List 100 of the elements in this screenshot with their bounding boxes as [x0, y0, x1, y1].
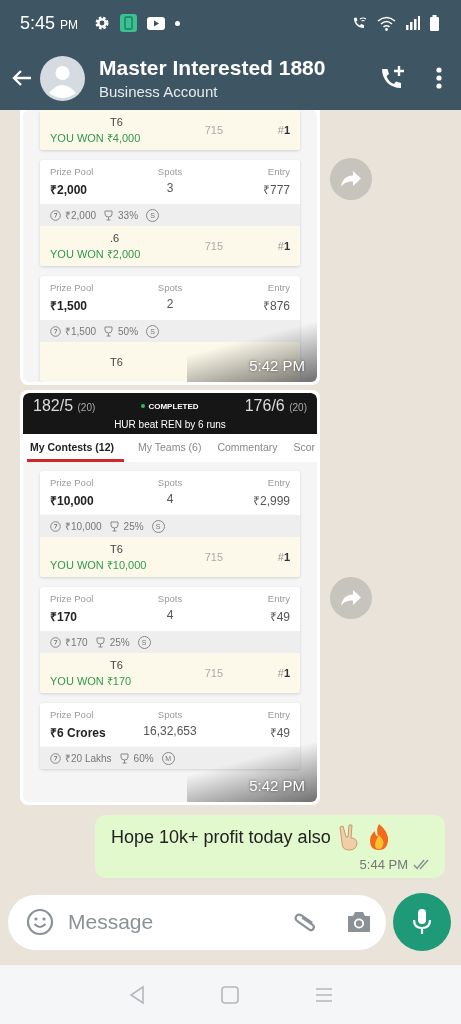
field-label: Prize Pool: [50, 593, 95, 604]
message-field[interactable]: Message: [66, 909, 280, 935]
entry-fee: ₹49: [269, 609, 290, 625]
trophy-icon: [118, 752, 130, 764]
voice-message-button[interactable]: [393, 893, 451, 951]
entry-fee: ₹49: [269, 725, 290, 741]
medal-icon: [50, 209, 61, 221]
team-name: T6: [109, 658, 124, 671]
battery-icon: [430, 15, 439, 31]
first-prize: ₹170: [65, 636, 88, 649]
tab[interactable]: My Teams (6): [136, 434, 204, 462]
avatar[interactable]: [40, 55, 85, 101]
points: 715: [203, 240, 225, 252]
message-time: 5:44 PM: [359, 857, 408, 872]
winners-percent: 33%: [118, 209, 139, 221]
field-label: Entry: [267, 709, 290, 720]
tab[interactable]: My Contests (12): [27, 434, 124, 462]
field-label: Entry: [267, 166, 290, 177]
entry-fee: ₹2,999: [252, 493, 290, 509]
contest-card[interactable]: T6 YOU WON ₹4,000 715 #1: [40, 110, 300, 150]
team-score: 182/5 (20): [33, 397, 96, 415]
spots-value: 16,32,653: [143, 724, 197, 738]
signal-icon: [406, 16, 420, 30]
contact-subtitle: Business Account: [99, 83, 219, 100]
match-result: HUR beat REN by 6 runs: [113, 419, 227, 430]
first-prize: ₹1,500: [65, 325, 97, 338]
image-message-bubble[interactable]: [20, 390, 320, 805]
field-label: Prize Pool: [50, 477, 95, 488]
field-label: Prize Pool: [50, 709, 95, 720]
points: 715: [203, 124, 225, 136]
prize-pool-value: ₹2,000: [50, 182, 89, 198]
field-label: Prize Pool: [50, 282, 95, 293]
winnings: YOU WON ₹170: [50, 673, 133, 688]
home-nav-icon[interactable]: [221, 985, 240, 1004]
field-label: Spots: [157, 709, 183, 720]
team-name: T6: [109, 542, 124, 555]
contact-name[interactable]: Master Interested 1880: [99, 56, 375, 80]
rank: #1: [277, 240, 290, 252]
message-composer[interactable]: Message: [8, 894, 386, 950]
points: 715: [203, 667, 225, 679]
match-status: COMPLETED: [141, 401, 199, 411]
points: 715: [203, 551, 225, 563]
field-label: Spots: [157, 593, 183, 604]
team-score: 176/6 (20): [244, 397, 307, 415]
rank: #1: [277, 124, 290, 136]
team-name: T6: [109, 356, 124, 368]
spots-value: 2: [166, 297, 174, 311]
winners-percent: 50%: [118, 325, 139, 337]
trophy-icon: [103, 325, 115, 337]
medal-icon: [50, 325, 61, 337]
microphone-icon: [412, 908, 432, 936]
gear-icon: [94, 15, 111, 31]
winners-percent: 60%: [133, 752, 154, 764]
winners-percent: 25%: [109, 636, 130, 648]
rank: #1: [277, 667, 290, 679]
prize-pool-value: ₹10,000: [50, 493, 95, 509]
field-label: Spots: [157, 477, 183, 488]
clock: 5:45 PM: [20, 12, 79, 34]
peace-hand-icon: [336, 823, 361, 851]
app-icon: [120, 14, 138, 32]
forward-icon[interactable]: [330, 576, 372, 619]
tab[interactable]: Scor: [291, 434, 317, 462]
trophy-icon: [103, 209, 115, 221]
video-play-icon: [147, 16, 166, 30]
tab[interactable]: Commentary: [215, 434, 280, 462]
message-time: 5:42 PM: [249, 777, 305, 794]
prize-pool-value: ₹6 Crores: [50, 725, 107, 741]
trophy-icon: [94, 636, 106, 648]
medal-icon: [50, 752, 61, 764]
team-name: .6: [109, 231, 121, 244]
field-label: Entry: [267, 593, 290, 604]
back-nav-icon[interactable]: [127, 984, 146, 1005]
spots-value: 3: [166, 181, 174, 195]
trophy-icon: [108, 520, 120, 532]
first-prize: ₹20 Lakhs: [65, 752, 112, 765]
entry-fee: ₹876: [262, 298, 290, 314]
winnings: YOU WON ₹4,000: [50, 130, 142, 145]
forward-icon[interactable]: [330, 158, 372, 200]
field-label: Spots: [157, 166, 183, 177]
field-label: Spots: [157, 282, 183, 293]
field-label: Entry: [267, 477, 290, 488]
prize-pool-value: ₹1,500: [50, 298, 89, 314]
winnings: YOU WON ₹10,000: [50, 557, 148, 572]
field-label: Prize Pool: [50, 166, 95, 177]
field-label: Entry: [267, 282, 290, 293]
menu-icon[interactable]: [435, 66, 443, 90]
medal-icon: [50, 636, 61, 648]
spots-value: 4: [166, 608, 174, 622]
spots-value: 4: [166, 492, 174, 506]
message-bubble[interactable]: Hope 10k+ profit today also 5:44 PM: [95, 815, 445, 878]
medal-icon: [50, 520, 61, 532]
prize-pool-value: ₹170: [50, 609, 79, 625]
winnings: YOU WON ₹2,000: [50, 246, 142, 261]
first-prize: ₹10,000: [65, 520, 102, 533]
entry-fee: ₹777: [262, 182, 290, 198]
dot-icon: [175, 20, 181, 26]
emoji-icon[interactable]: [26, 908, 54, 936]
winners-percent: 25%: [123, 520, 144, 532]
wifi-icon: [377, 15, 396, 31]
camera-icon[interactable]: [346, 911, 372, 933]
